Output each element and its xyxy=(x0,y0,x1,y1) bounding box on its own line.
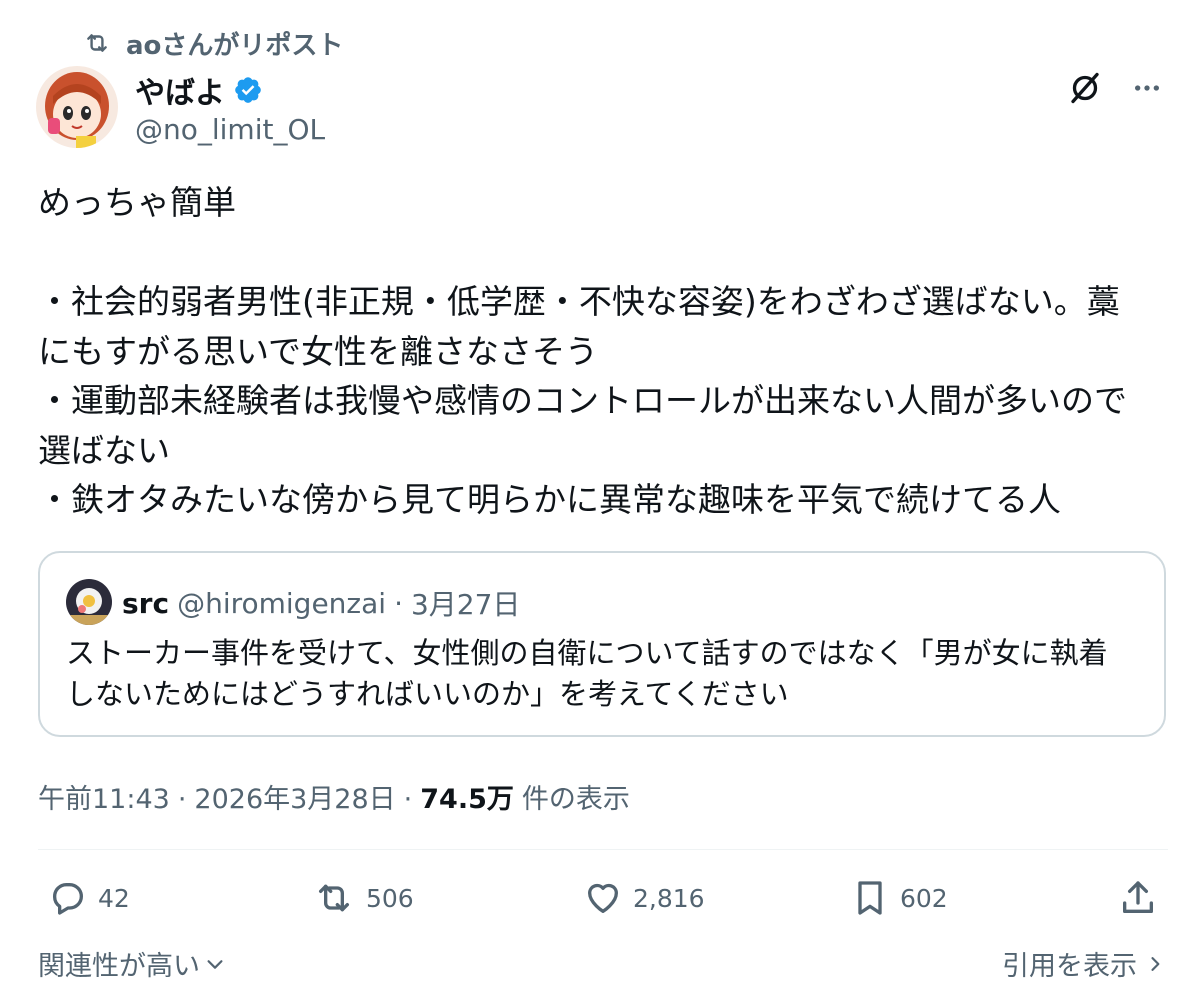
quoted-post[interactable]: src @hiromigenzai · 3月27日 ストーカー事件を受けて、女性… xyxy=(38,551,1166,737)
quoted-post-header: src @hiromigenzai · 3月27日 xyxy=(122,583,520,623)
separator-dot: · xyxy=(394,586,403,620)
share-button[interactable] xyxy=(1118,878,1158,918)
like-icon xyxy=(583,878,623,918)
repost-button[interactable]: 506 xyxy=(312,878,414,918)
sort-label: 関連性が高い xyxy=(38,951,200,982)
post-meta: 午前11:43 · 2026年3月28日 · 74.5万 件の表示 xyxy=(38,777,630,816)
author-handle[interactable]: @no_limit_OL xyxy=(135,113,325,146)
view-quotes-link[interactable]: 引用を表示 xyxy=(1002,944,1165,983)
bookmark-icon xyxy=(850,878,890,918)
chevron-down-icon xyxy=(204,953,226,975)
quoted-post-text: ストーカー事件を受けて、女性側の自衛について話すのではなく「男が女に執着 しない… xyxy=(66,636,1108,711)
like-count: 2,816 xyxy=(633,883,705,913)
separator-dot: · xyxy=(403,784,413,815)
share-icon xyxy=(1118,878,1158,918)
action-bar: 42 506 2,816 602 xyxy=(38,870,1168,930)
divider xyxy=(38,849,1168,850)
reply-icon xyxy=(48,878,88,918)
sort-selector[interactable]: 関連性が高い xyxy=(38,944,226,983)
quoted-post-date[interactable]: 3月27日 xyxy=(411,583,520,623)
view-count-label: 件の表示 xyxy=(521,784,630,815)
author-avatar[interactable] xyxy=(36,66,118,148)
like-button[interactable]: 2,816 xyxy=(583,878,705,918)
grok-icon[interactable] xyxy=(1067,70,1103,106)
author-name-row[interactable]: やばよ xyxy=(135,68,263,112)
quoted-author-handle[interactable]: @hiromigenzai xyxy=(177,587,386,620)
more-icon[interactable] xyxy=(1131,72,1163,104)
repost-count: 506 xyxy=(366,883,414,913)
reply-count: 42 xyxy=(98,883,130,913)
author-name[interactable]: やばよ xyxy=(135,68,225,112)
bookmark-button[interactable]: 602 xyxy=(850,878,948,918)
quoted-author-name[interactable]: src xyxy=(122,587,169,620)
separator-dot: · xyxy=(177,784,187,815)
post-text: めっちゃ簡単 ・社会的弱者男性(非正規・低学歴・不快な容姿)をわざわざ選ばない。… xyxy=(38,183,1127,519)
reply-button[interactable]: 42 xyxy=(48,878,130,918)
post-top-actions xyxy=(1067,70,1163,106)
repost-label: aoさんがリポスト xyxy=(126,30,344,61)
quoted-author-avatar[interactable] xyxy=(66,579,112,625)
repost-icon xyxy=(82,30,112,56)
post-date[interactable]: 2026年3月28日 xyxy=(194,777,395,816)
verified-badge-icon xyxy=(233,75,263,105)
repost-icon xyxy=(312,878,356,918)
view-quotes-label: 引用を表示 xyxy=(1002,951,1137,982)
repost-indicator[interactable]: aoさんがリポスト xyxy=(82,26,344,61)
chevron-right-icon xyxy=(1145,953,1165,975)
bookmark-count: 602 xyxy=(900,883,948,913)
view-count: 74.5万 xyxy=(420,784,514,815)
post-time[interactable]: 午前11:43 xyxy=(38,777,170,816)
